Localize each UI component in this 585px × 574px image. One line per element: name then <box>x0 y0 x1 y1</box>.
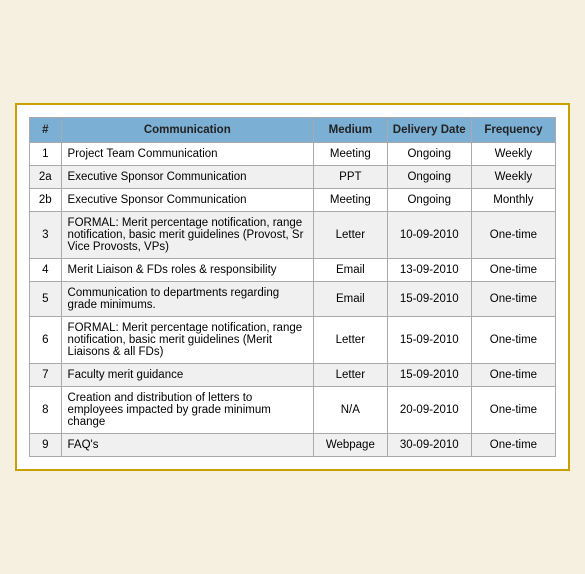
cell-num: 9 <box>30 434 62 457</box>
cell-medium: N/A <box>314 387 388 434</box>
cell-frequency: Weekly <box>471 143 555 166</box>
cell-frequency: Weekly <box>471 166 555 189</box>
table-row: 7Faculty merit guidanceLetter15-09-2010O… <box>30 364 556 387</box>
cell-communication: Merit Liaison & FDs roles & responsibili… <box>61 259 313 282</box>
cell-delivery-date: 10-09-2010 <box>387 212 471 259</box>
cell-communication: Executive Sponsor Communication <box>61 166 313 189</box>
table-row: 2bExecutive Sponsor CommunicationMeeting… <box>30 189 556 212</box>
cell-delivery-date: 30-09-2010 <box>387 434 471 457</box>
cell-num: 1 <box>30 143 62 166</box>
cell-medium: Letter <box>314 364 388 387</box>
header-frequency: Frequency <box>471 118 555 143</box>
cell-num: 6 <box>30 317 62 364</box>
cell-communication: Creation and distribution of letters to … <box>61 387 313 434</box>
cell-medium: Email <box>314 259 388 282</box>
cell-medium: PPT <box>314 166 388 189</box>
header-delivery-date: Delivery Date <box>387 118 471 143</box>
cell-frequency: One-time <box>471 259 555 282</box>
cell-delivery-date: 20-09-2010 <box>387 387 471 434</box>
header-communication: Communication <box>61 118 313 143</box>
table-row: 6FORMAL: Merit percentage notification, … <box>30 317 556 364</box>
cell-communication: Project Team Communication <box>61 143 313 166</box>
cell-delivery-date: 15-09-2010 <box>387 364 471 387</box>
cell-medium: Meeting <box>314 143 388 166</box>
cell-delivery-date: 15-09-2010 <box>387 282 471 317</box>
cell-frequency: One-time <box>471 317 555 364</box>
cell-num: 4 <box>30 259 62 282</box>
cell-num: 2a <box>30 166 62 189</box>
cell-communication: Executive Sponsor Communication <box>61 189 313 212</box>
cell-medium: Letter <box>314 317 388 364</box>
cell-num: 7 <box>30 364 62 387</box>
header-num: # <box>30 118 62 143</box>
table-row: 5Communication to departments regarding … <box>30 282 556 317</box>
cell-num: 2b <box>30 189 62 212</box>
table-row: 2aExecutive Sponsor CommunicationPPTOngo… <box>30 166 556 189</box>
cell-frequency: One-time <box>471 212 555 259</box>
cell-communication: Faculty merit guidance <box>61 364 313 387</box>
cell-medium: Letter <box>314 212 388 259</box>
cell-communication: Communication to departments regarding g… <box>61 282 313 317</box>
cell-delivery-date: Ongoing <box>387 166 471 189</box>
cell-communication: FAQ's <box>61 434 313 457</box>
cell-delivery-date: Ongoing <box>387 143 471 166</box>
table-row: 9FAQ'sWebpage30-09-2010One-time <box>30 434 556 457</box>
header-medium: Medium <box>314 118 388 143</box>
table-row: 1Project Team CommunicationMeetingOngoin… <box>30 143 556 166</box>
table-container: # Communication Medium Delivery Date Fre… <box>15 103 570 471</box>
table-row: 8Creation and distribution of letters to… <box>30 387 556 434</box>
cell-communication: FORMAL: Merit percentage notification, r… <box>61 212 313 259</box>
cell-medium: Webpage <box>314 434 388 457</box>
table-row: 4Merit Liaison & FDs roles & responsibil… <box>30 259 556 282</box>
table-row: 3FORMAL: Merit percentage notification, … <box>30 212 556 259</box>
cell-frequency: One-time <box>471 434 555 457</box>
cell-frequency: Monthly <box>471 189 555 212</box>
cell-num: 3 <box>30 212 62 259</box>
communication-table: # Communication Medium Delivery Date Fre… <box>29 117 556 457</box>
cell-delivery-date: 13-09-2010 <box>387 259 471 282</box>
cell-medium: Email <box>314 282 388 317</box>
cell-frequency: One-time <box>471 387 555 434</box>
cell-num: 5 <box>30 282 62 317</box>
cell-communication: FORMAL: Merit percentage notification, r… <box>61 317 313 364</box>
cell-frequency: One-time <box>471 282 555 317</box>
cell-delivery-date: Ongoing <box>387 189 471 212</box>
cell-num: 8 <box>30 387 62 434</box>
cell-medium: Meeting <box>314 189 388 212</box>
cell-frequency: One-time <box>471 364 555 387</box>
cell-delivery-date: 15-09-2010 <box>387 317 471 364</box>
